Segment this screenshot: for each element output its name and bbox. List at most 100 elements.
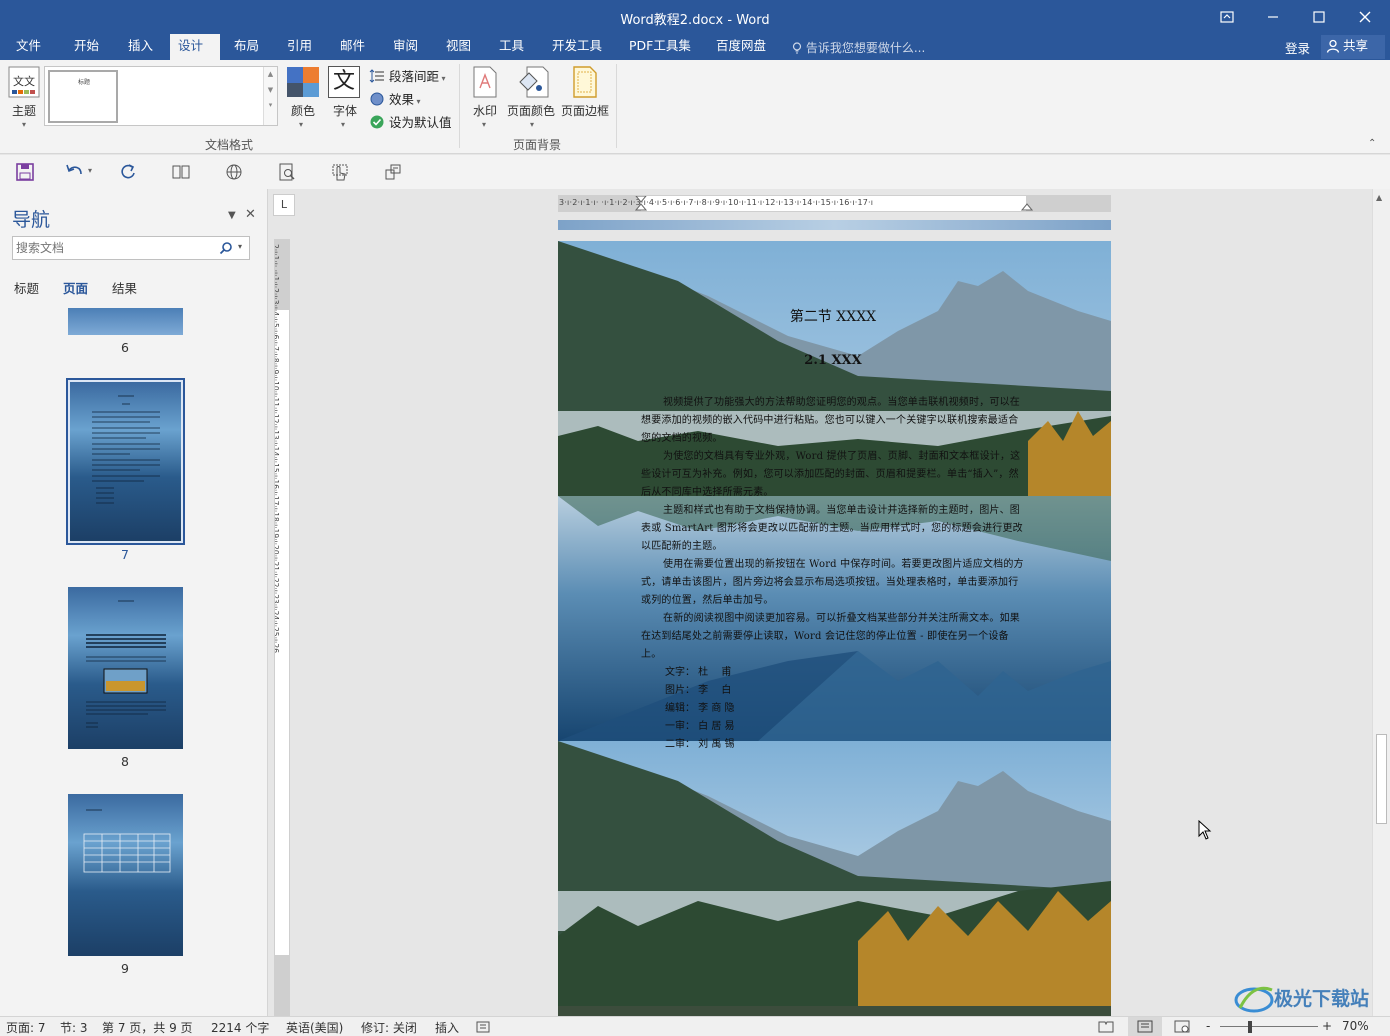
maximize-button[interactable] — [1296, 0, 1342, 34]
indent-marker-icon[interactable] — [635, 196, 647, 212]
page-thumbnail[interactable] — [68, 794, 183, 956]
status-page-count[interactable]: 第 7 页，共 9 页 — [102, 1019, 193, 1036]
horizontal-ruler[interactable]: 3·ı·2·ı·1·ı· ·ı·1·ı·2·ı·3·ı·4·ı·5·ı·6·ı·… — [558, 195, 1111, 212]
status-page[interactable]: 页面: 7 — [6, 1019, 46, 1036]
document-canvas[interactable]: L 3·ı·2·ı·1·ı· ·ı·1·ı·2·ı·3·ı·4·ı·5·ı·6·… — [269, 189, 1372, 1016]
login-link[interactable]: 登录 — [1285, 38, 1310, 57]
effects-button[interactable]: 效果 ▾ — [369, 89, 421, 108]
style-thumbnail[interactable]: 标题 — [48, 70, 118, 123]
ribbon-display-options-button[interactable] — [1204, 0, 1250, 34]
ribbon-display-icon — [1220, 11, 1234, 23]
minimize-button[interactable] — [1250, 0, 1296, 34]
nav-tab-results[interactable]: 结果 — [112, 278, 137, 297]
zoom-in-button[interactable]: + — [1322, 1019, 1332, 1033]
undo-dropdown-icon[interactable]: ▾ — [88, 166, 92, 175]
colors-button[interactable]: 颜色 ▾ — [284, 64, 322, 129]
print-layout-view[interactable] — [1128, 1017, 1162, 1036]
macro-record-icon[interactable] — [476, 1021, 490, 1033]
tab-insert[interactable]: 插入 — [120, 34, 161, 60]
zoom-slider-thumb[interactable] — [1248, 1021, 1252, 1033]
status-track-changes[interactable]: 修订: 关闭 — [361, 1019, 417, 1036]
ruler-ticks: 3·ı·2·ı·1·ı· ·ı·1·ı·2·ı·3·ı·4·ı·5·ı·6·ı·… — [559, 198, 874, 207]
nav-options-icon[interactable]: ▼ — [228, 210, 236, 221]
page-thumbnail[interactable] — [68, 587, 183, 749]
page-thumbnail[interactable] — [68, 308, 183, 335]
gallery-scroll[interactable]: ▲ ▼ ▾ — [263, 67, 277, 125]
tab-selector[interactable]: L — [273, 194, 295, 216]
page-color-caret-icon: ▾ — [530, 120, 535, 129]
page-borders-button[interactable]: 页面边框 — [560, 64, 610, 128]
tab-design[interactable]: 设计 — [170, 34, 220, 60]
paragraph: 视频提供了功能强大的方法帮助您证明您的观点。当您单击联机视频时，可以在想要添加的… — [641, 397, 1020, 444]
side-by-side-icon[interactable] — [170, 162, 192, 182]
heading-2: 2.1 XXX — [804, 353, 862, 368]
tab-mailings[interactable]: 邮件 — [332, 34, 373, 60]
fonts-button[interactable]: 文 字体 ▾ — [326, 64, 364, 129]
print-layout-icon — [1137, 1020, 1153, 1033]
tab-pdf-tools[interactable]: PDF工具集 — [621, 34, 699, 60]
style-gallery[interactable]: 标题 ▲ ▼ ▾ — [44, 66, 278, 126]
collapse-ribbon-icon[interactable]: ⌃ — [1368, 138, 1376, 149]
share-label: 共享 — [1343, 38, 1369, 53]
nav-search-box[interactable]: ▾ — [12, 236, 250, 260]
ruler-margin-right — [1026, 196, 1110, 211]
zoom-slider[interactable] — [1220, 1026, 1318, 1027]
document-page[interactable]: 第二节 XXXX 2.1 XXX 视频提供了功能强大的方法帮助您证明您的观点。当… — [558, 241, 1111, 1016]
page-thumbnail-image — [70, 382, 181, 541]
vertical-scrollbar[interactable]: ▲ — [1372, 189, 1390, 1016]
page-thumbnail-selected[interactable] — [66, 378, 185, 545]
ruler-ticks: 2·ı·1·ı· ·ı·1·ı·2·ı·3·ı·4·ı·5·ı·6·ı·7·ı·… — [274, 244, 280, 653]
tab-layout[interactable]: 布局 — [226, 34, 267, 60]
tab-home[interactable]: 开始 — [66, 34, 107, 60]
search-dropdown-icon[interactable]: ▾ — [238, 242, 242, 251]
zoom-out-button[interactable]: - — [1206, 1019, 1210, 1033]
page-number: 8 — [121, 754, 129, 769]
paragraph-spacing-button[interactable]: 段落间距 ▾ — [369, 66, 446, 85]
status-language[interactable]: 英语(美国) — [286, 1019, 343, 1036]
share-button[interactable]: 共享 — [1321, 35, 1385, 59]
tab-references[interactable]: 引用 — [279, 34, 320, 60]
search-icon[interactable] — [219, 241, 233, 255]
minimize-icon — [1268, 16, 1278, 18]
read-mode-icon[interactable] — [1098, 1020, 1114, 1033]
print-preview-icon[interactable] — [276, 162, 298, 182]
vertical-ruler[interactable]: 2·ı·1·ı· ·ı·1·ı·2·ı·3·ı·4·ı·5·ı·6·ı·7·ı·… — [274, 239, 290, 1016]
nav-tab-pages[interactable]: 页面 — [63, 278, 88, 297]
status-section[interactable]: 节: 3 — [60, 1019, 88, 1036]
status-insert-mode[interactable]: 插入 — [435, 1019, 459, 1036]
web-layout-icon[interactable] — [223, 162, 245, 182]
colors-caret-icon: ▾ — [299, 120, 304, 129]
web-layout-view-icon[interactable] — [1174, 1020, 1190, 1033]
tab-file[interactable]: 文件 — [8, 34, 49, 60]
tab-review[interactable]: 审阅 — [385, 34, 426, 60]
close-button[interactable] — [1342, 0, 1388, 34]
right-indent-marker-icon[interactable] — [1021, 196, 1033, 212]
redo-icon[interactable] — [117, 162, 139, 182]
undo-icon[interactable] — [64, 162, 86, 182]
set-default-button[interactable]: 设为默认值 — [369, 112, 452, 131]
fonts-caret-icon: ▾ — [341, 120, 346, 129]
tab-baidu-netdisk[interactable]: 百度网盘 — [708, 34, 774, 60]
page-color-button[interactable]: 页面颜色 ▾ — [507, 64, 557, 129]
nav-tab-headings[interactable]: 标题 — [14, 278, 39, 297]
save-icon[interactable] — [14, 162, 36, 182]
credit-line: 图片： 李 白 — [665, 685, 732, 696]
tab-developer[interactable]: 开发工具 — [544, 34, 610, 60]
themes-icon: 文文 — [8, 66, 40, 98]
tab-tools[interactable]: 工具 — [491, 34, 532, 60]
nav-close-icon[interactable]: ✕ — [245, 207, 256, 222]
scroll-thumb[interactable] — [1376, 734, 1387, 824]
tab-view[interactable]: 视图 — [438, 34, 479, 60]
watermark-button[interactable]: 水印 ▾ — [468, 64, 502, 129]
maximize-icon — [1313, 11, 1325, 23]
customize-toolbar-icon[interactable] — [382, 162, 404, 182]
fonts-icon: 文 — [328, 66, 360, 98]
zoom-level[interactable]: 70% — [1342, 1019, 1369, 1033]
themes-button[interactable]: 文文 主题 ▾ — [6, 64, 42, 129]
tell-me-box[interactable]: 告诉我您想要做什么... — [792, 39, 925, 56]
scroll-up-icon[interactable]: ▲ — [1376, 193, 1382, 202]
status-word-count[interactable]: 2214 个字 — [211, 1019, 269, 1036]
nav-search-input[interactable] — [16, 239, 212, 257]
quick-access-toolbar: ▾ — [0, 155, 1390, 189]
touch-mode-icon[interactable] — [329, 162, 351, 182]
